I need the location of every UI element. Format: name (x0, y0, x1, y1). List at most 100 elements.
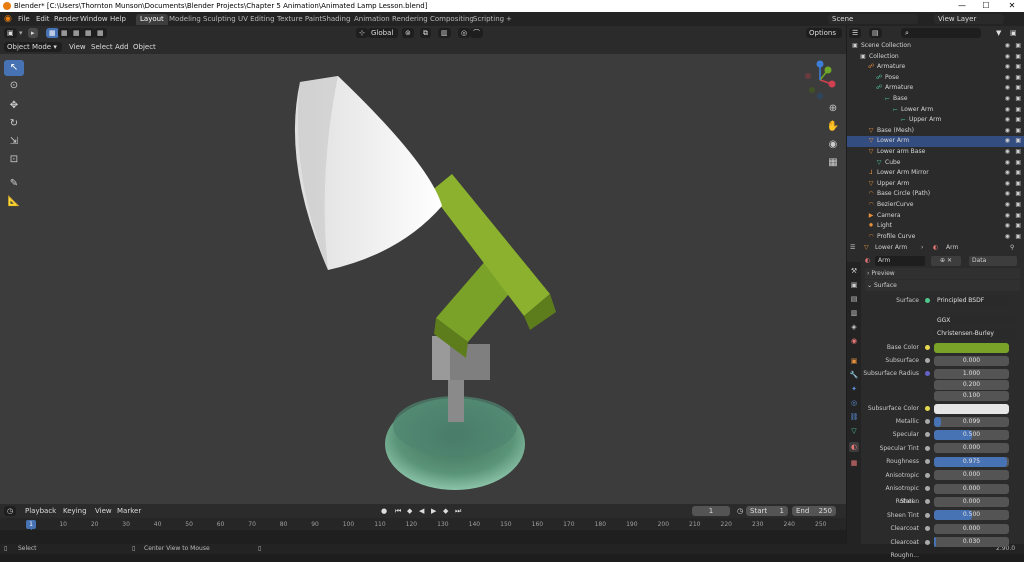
editor-type-icon[interactable]: ▣ (4, 28, 17, 38)
outliner-row[interactable]: ⤚ Upper Arm ◉ ▣ (847, 115, 1024, 126)
render-camera-icon[interactable]: ▣ (1015, 211, 1021, 222)
end-frame-field[interactable]: End 250 (792, 506, 836, 516)
zoom-icon[interactable]: ⊕ (826, 102, 840, 116)
timeline-menu-playback[interactable]: Playback (22, 506, 59, 516)
visibility-eye-icon[interactable]: ◉ (1005, 136, 1010, 147)
subsurface-radius-x[interactable]: 1.000 (934, 368, 1009, 379)
subsurface-radius-y[interactable]: 0.200 (934, 379, 1009, 390)
select-subtract-icon[interactable]: ▦ (70, 28, 83, 38)
constraints-tab-icon[interactable]: ⛓ (849, 412, 859, 422)
material-actions[interactable]: ⊕ ✕ (931, 256, 961, 266)
base-color-swatch[interactable] (934, 342, 1009, 353)
menu-help[interactable]: Help (110, 12, 126, 26)
3d-viewport[interactable]: ◐ ⇗ ◍ ▣ ◌ ● ◑ ◕ ▾ (0, 54, 846, 504)
visibility-eye-icon[interactable]: ◉ (1005, 200, 1010, 211)
subsurface-color-swatch[interactable] (934, 403, 1009, 414)
start-frame-field[interactable]: Start 1 (746, 506, 788, 516)
measure-tool-icon[interactable]: 📐 (4, 194, 24, 210)
render-camera-icon[interactable]: ▣ (1015, 62, 1021, 73)
subsurface-radius-z[interactable]: 0.100 (934, 390, 1009, 401)
visibility-eye-icon[interactable]: ◉ (1005, 232, 1010, 242)
tool-tab-icon[interactable]: ⚒ (849, 266, 859, 276)
current-frame-field[interactable]: 1 (692, 506, 730, 516)
viewport-menu-object[interactable]: Object (130, 42, 159, 52)
outliner-row[interactable]: ⤚ Lower Arm ◉ ▣ (847, 105, 1024, 116)
render-camera-icon[interactable]: ▣ (1015, 158, 1021, 169)
jump-keyframe-back-icon[interactable]: ◆ (404, 506, 415, 516)
perspective-toggle-icon[interactable]: ▦ (826, 156, 840, 170)
move-tool-icon[interactable]: ✥ (4, 98, 24, 114)
outliner-row[interactable]: ▽ Upper Arm ◉ ▣ (847, 179, 1024, 190)
render-camera-icon[interactable]: ▣ (1015, 147, 1021, 158)
viewport-menu-view[interactable]: View (66, 42, 89, 52)
visibility-eye-icon[interactable]: ◉ (1005, 52, 1010, 63)
blender-menu-icon[interactable]: ◉ (4, 12, 12, 26)
select-extend-icon[interactable]: ▦ (58, 28, 71, 38)
render-camera-icon[interactable]: ▣ (1015, 94, 1021, 105)
scene-tab-icon[interactable]: ◈ (849, 322, 859, 332)
outliner-row[interactable]: ◠ BezierCurve ◉ ▣ (847, 200, 1024, 211)
material-browse-icon[interactable]: ◐ (865, 256, 870, 266)
texture-tab-icon[interactable]: ▦ (849, 458, 859, 468)
outliner-row[interactable]: ⅃ Lower Arm Mirror ◉ ▣ (847, 168, 1024, 179)
property-slider[interactable]: 0.000 (934, 443, 1009, 454)
render-camera-icon[interactable]: ▣ (1015, 179, 1021, 190)
outliner-row[interactable]: ▽ Base (Mesh) ◉ ▣ (847, 126, 1024, 137)
workspace-tab-shading[interactable]: Shading (318, 14, 354, 25)
visibility-eye-icon[interactable]: ◉ (1005, 62, 1010, 73)
select-box-tool-icon[interactable]: ↖ (4, 60, 24, 76)
render-camera-icon[interactable]: ▣ (1015, 73, 1021, 84)
outliner-row[interactable]: ☍ Pose ◉ ▣ (847, 73, 1024, 84)
visibility-eye-icon[interactable]: ◉ (1005, 147, 1010, 158)
pan-hand-icon[interactable]: ✋ (826, 120, 840, 134)
outliner-row[interactable]: ⤚ Base ◉ ▣ (847, 94, 1024, 105)
material-link-dropdown[interactable]: Data (969, 256, 1017, 266)
timeline-menu-view[interactable]: View (92, 506, 115, 516)
preview-panel-header[interactable]: › Preview (865, 268, 1020, 279)
visibility-eye-icon[interactable]: ◉ (1005, 189, 1010, 200)
outliner-search-input[interactable]: ⌕ (901, 28, 981, 38)
outliner-row[interactable]: ▽ Cube ◉ ▣ (847, 158, 1024, 169)
visibility-eye-icon[interactable]: ◉ (1005, 105, 1010, 116)
property-slider[interactable]: 0.975 (934, 456, 1009, 467)
distribution-dropdown[interactable]: GGX (934, 315, 1016, 326)
transform-orientation-dropdown[interactable]: Global (368, 28, 398, 38)
view-layer-selector[interactable]: View Layer (934, 14, 1004, 24)
menu-window[interactable]: Window (80, 12, 108, 26)
workspace-tab-uv-editing[interactable]: UV Editing (234, 14, 279, 25)
menu-render[interactable]: Render (54, 12, 79, 26)
visibility-eye-icon[interactable]: ◉ (1005, 73, 1010, 84)
outliner-row[interactable]: ▣ Scene Collection ◉ ▣ (847, 41, 1024, 52)
navigation-gizmo[interactable] (800, 60, 840, 100)
property-slider[interactable]: 0.000 (934, 483, 1009, 494)
annotate-tool-icon[interactable]: ✎ (4, 176, 24, 192)
outliner-row[interactable]: ◠ Profile Curve ◉ ▣ (847, 232, 1024, 242)
timeline-menu-keying[interactable]: Keying (60, 506, 90, 516)
select-new-icon[interactable]: ▦ (46, 28, 59, 38)
render-camera-icon[interactable]: ▣ (1015, 221, 1021, 232)
render-camera-icon[interactable]: ▣ (1015, 168, 1021, 179)
data-tab-icon[interactable]: ▽ (849, 426, 859, 436)
viewport-options-dropdown[interactable]: Options (806, 28, 842, 38)
pivot-point-icon[interactable]: ⊚ (402, 28, 414, 38)
particles-tab-icon[interactable]: ✦ (849, 384, 859, 394)
surface-panel-header[interactable]: ⌄ Surface (865, 280, 1020, 291)
render-camera-icon[interactable]: ▣ (1015, 189, 1021, 200)
playhead[interactable]: 1 (26, 520, 36, 529)
visibility-eye-icon[interactable]: ◉ (1005, 83, 1010, 94)
material-tab-icon[interactable]: ◐ (849, 442, 859, 452)
render-camera-icon[interactable]: ▣ (1015, 136, 1021, 147)
outliner-row[interactable]: ▶ Camera ◉ ▣ (847, 211, 1024, 222)
active-tool-icon[interactable]: ▸ (28, 28, 38, 38)
modifier-tab-icon[interactable]: 🔧 (849, 370, 859, 380)
menu-file[interactable]: File (18, 12, 30, 26)
play-reverse-icon[interactable]: ◀ (416, 506, 427, 516)
viewport-menu-add[interactable]: Add (112, 42, 132, 52)
select-intersect-icon[interactable]: ▦ (94, 28, 107, 38)
outliner-display-mode-icon[interactable]: ▤ (869, 28, 882, 38)
visibility-eye-icon[interactable]: ◉ (1005, 115, 1010, 126)
visibility-eye-icon[interactable]: ◉ (1005, 158, 1010, 169)
close-button[interactable]: ✕ (1002, 0, 1022, 12)
outliner-editor-type-icon[interactable]: ☰ (849, 28, 862, 38)
proportional-falloff-icon[interactable]: ⌒ (470, 28, 483, 38)
